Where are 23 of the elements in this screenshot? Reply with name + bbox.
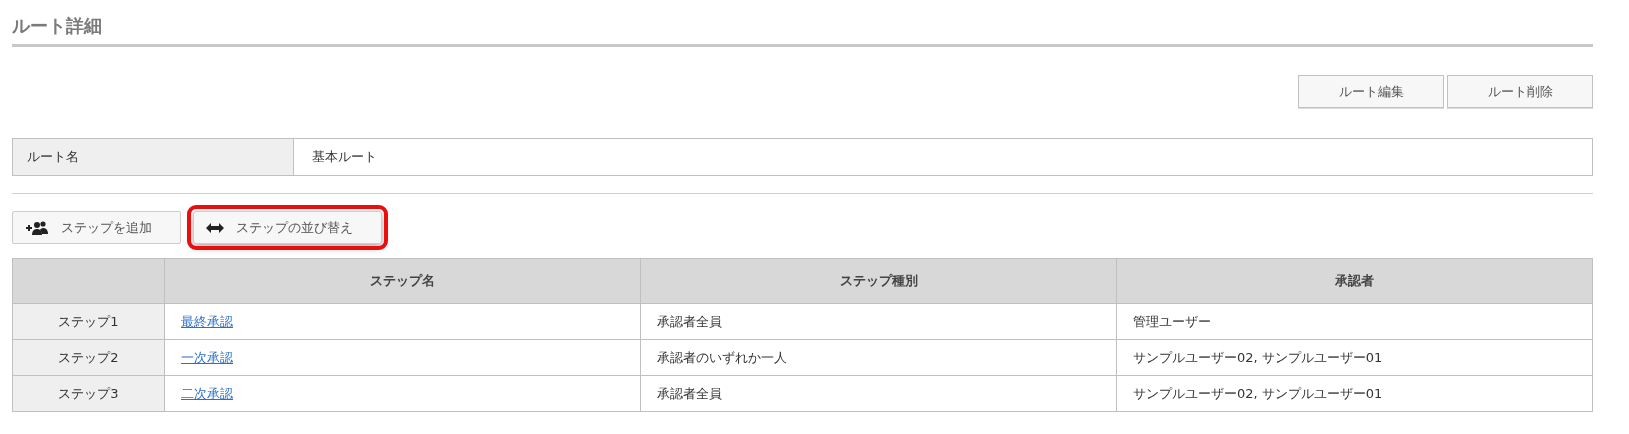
route-action-button[interactable]: ルート削除 [1447, 75, 1593, 108]
step-label-cell: ステップ1 [12, 303, 165, 340]
left-right-arrow-icon [206, 221, 224, 234]
step-name-link[interactable]: 最終承認 [181, 313, 233, 329]
route-action-button[interactable]: ルート編集 [1298, 75, 1444, 108]
route-name-value: 基本ルート [311, 148, 378, 166]
step-label-cell: ステップ3 [12, 375, 165, 412]
approvers-cell: サンプルユーザー02, サンプルユーザー01 [1116, 339, 1593, 376]
approvers-cell: 管理ユーザー [1116, 303, 1593, 340]
approvers-cell: サンプルユーザー02, サンプルユーザー01 [1116, 375, 1593, 412]
route-name-label: ルート名 [13, 139, 294, 175]
step-type-cell: 承認者全員 [640, 375, 1117, 412]
step-label-cell: ステップ2 [12, 339, 165, 376]
step-type-cell: 承認者全員 [640, 303, 1117, 340]
step-name-link[interactable]: 一次承認 [181, 349, 233, 365]
page-title: ルート詳細 [12, 10, 1593, 47]
column-header: ステップ名 [164, 258, 641, 304]
add-users-icon [25, 219, 49, 236]
step-type-cell: 承認者のいずれか一人 [640, 339, 1117, 376]
step-button[interactable]: ステップを追加 [12, 211, 181, 244]
step-name-link[interactable]: 二次承認 [181, 385, 233, 401]
column-header: 承認者 [1116, 258, 1593, 304]
column-header: ステップ種別 [640, 258, 1117, 304]
